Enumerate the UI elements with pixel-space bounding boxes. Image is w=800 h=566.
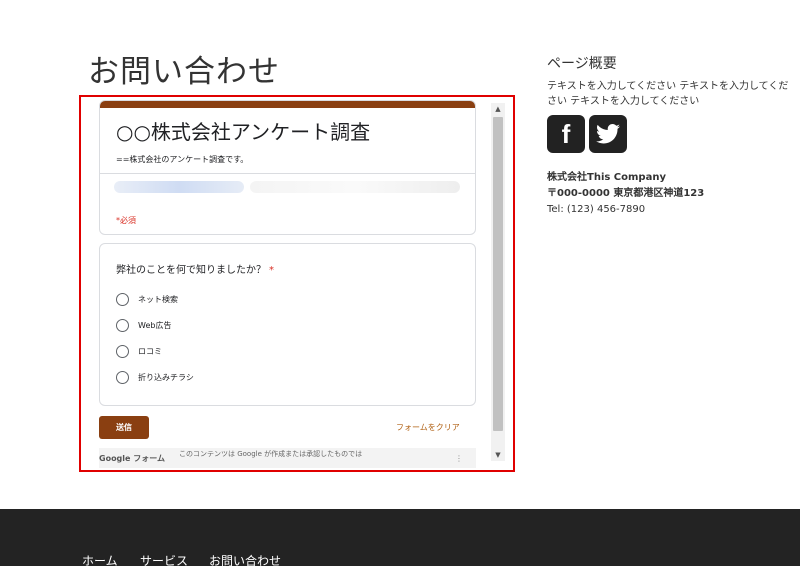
divider: [100, 173, 475, 174]
option-label: ネット検索: [138, 294, 178, 304]
company-address: 〒000-0000 東京都港区神道123: [547, 188, 705, 199]
facebook-icon[interactable]: f: [547, 115, 585, 153]
form-header-card: ○○株式会社アンケート調査 ==株式会社のアンケート調査です。 *必須: [99, 100, 476, 235]
option-word-of-mouth[interactable]: ロコミ: [116, 344, 162, 358]
google-disclaimer: このコンテンツは Google が作成または承認したものでは: [179, 450, 363, 458]
scrollbar[interactable]: ▲ ▼: [491, 103, 505, 461]
company-name: 株式会社This Company: [547, 172, 666, 183]
radio-button[interactable]: [116, 370, 129, 384]
twitter-icon[interactable]: [589, 115, 627, 153]
question-card: 弊社のことを何で知りましたか？ * ネット検索 Web広告 ロコミ 折り込みチラシ: [99, 243, 476, 406]
facebook-glyph: f: [561, 118, 571, 149]
clear-form-link[interactable]: フォームをクリア: [396, 422, 460, 433]
option-label: ロコミ: [138, 346, 162, 356]
account-info-blurred: [250, 181, 460, 193]
sidebar-text: テキストを入力してください テキストを入力してください テキストを入力してくださ…: [547, 81, 789, 107]
option-net-search[interactable]: ネット検索: [116, 292, 178, 306]
scroll-thumb[interactable]: [493, 117, 503, 431]
form-title: ○○株式会社アンケート調査: [116, 120, 371, 144]
radio-button[interactable]: [116, 292, 129, 306]
required-star: *: [269, 265, 274, 276]
question-label: 弊社のことを何で知りましたか？ *: [116, 261, 274, 276]
form-accent-bar: [100, 101, 475, 108]
more-options-icon[interactable]: ⋮: [455, 454, 463, 463]
form-description: ==株式会社のアンケート調査です。: [116, 155, 249, 164]
footer-nav-contact[interactable]: お問い合わせ: [209, 552, 281, 566]
company-tel: Tel: (123) 456-7890: [547, 204, 646, 215]
question-text: 弊社のことを何で知りましたか？: [116, 265, 266, 276]
footer-nav-services[interactable]: サービス: [140, 552, 188, 566]
submit-button[interactable]: 送信: [99, 416, 149, 439]
twitter-bird-icon: [596, 124, 620, 144]
scroll-up-arrow-icon[interactable]: ▲: [491, 103, 505, 115]
required-note: *必須: [116, 216, 136, 225]
option-label: Web広告: [138, 320, 172, 330]
embedded-google-form[interactable]: ○○株式会社アンケート調査 ==株式会社のアンケート調査です。 *必須 弊社のこ…: [83, 99, 509, 468]
option-flyer[interactable]: 折り込みチラシ: [116, 370, 194, 384]
option-label: 折り込みチラシ: [138, 372, 194, 382]
account-email-blurred: [114, 181, 244, 193]
sidebar-title: ページ概要: [547, 56, 617, 72]
option-web-ads[interactable]: Web広告: [116, 318, 171, 332]
site-footer: ホーム サービス お問い合わせ: [0, 509, 800, 566]
footer-nav-home[interactable]: ホーム: [82, 552, 118, 566]
google-forms-logo: Google フォーム: [99, 454, 165, 463]
radio-button[interactable]: [116, 318, 129, 332]
scroll-down-arrow-icon[interactable]: ▼: [491, 449, 505, 461]
page: お問い合わせ ○○株式会社アンケート調査 ==株式会社のアンケート調査です。 *…: [0, 0, 800, 566]
company-info: 株式会社This Company 〒000-0000 東京都港区神道123 Te…: [547, 170, 704, 218]
radio-button[interactable]: [116, 344, 129, 358]
page-title: お問い合わせ: [88, 54, 280, 90]
